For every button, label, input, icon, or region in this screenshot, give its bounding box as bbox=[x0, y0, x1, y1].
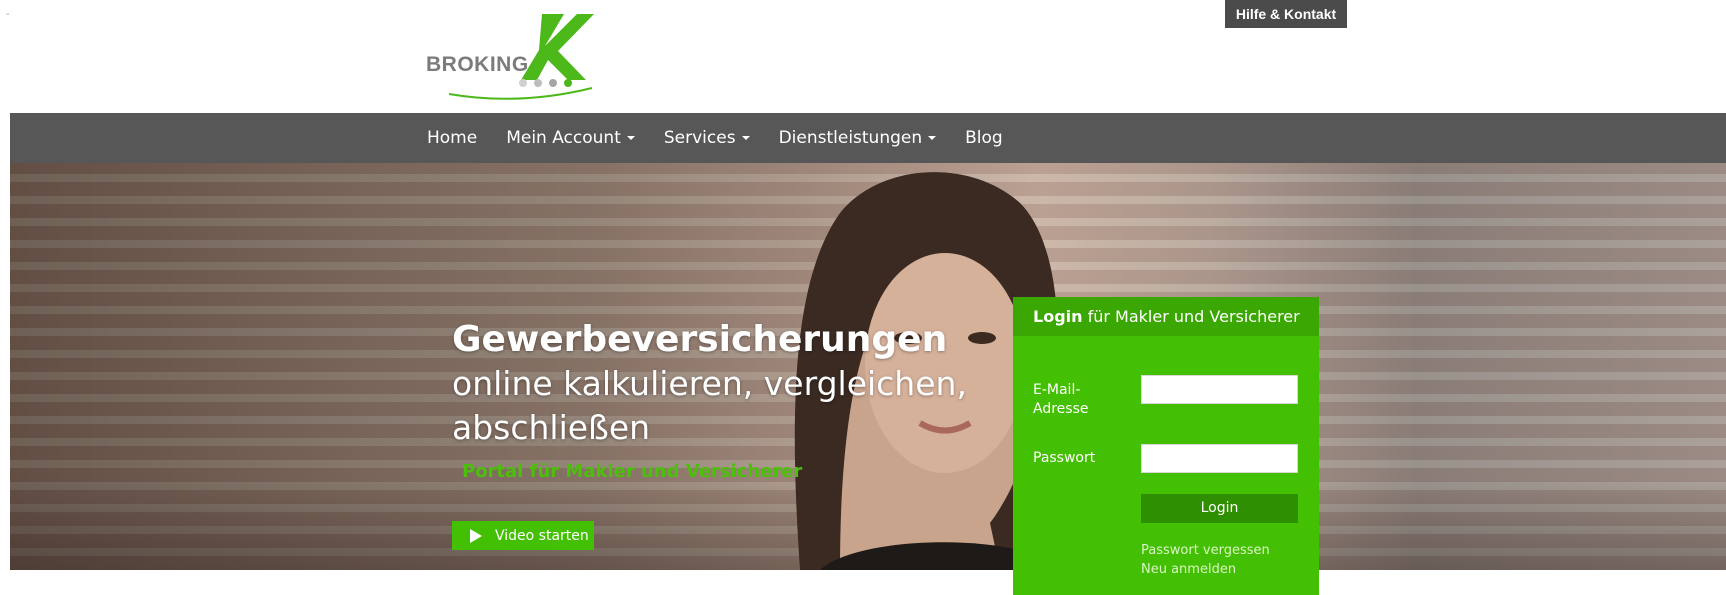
email-field[interactable] bbox=[1141, 375, 1298, 404]
nav-list: Home Mein Account Services Dienstleistun… bbox=[427, 113, 1032, 163]
caret-down-icon bbox=[741, 136, 750, 140]
nav-label: Mein Account bbox=[506, 128, 621, 148]
play-icon bbox=[470, 528, 482, 543]
nav-item-services[interactable]: Services bbox=[664, 128, 750, 148]
nav-label: Dienstleistungen bbox=[778, 128, 923, 148]
nav-label: Services bbox=[663, 128, 736, 148]
nav-item-blog[interactable]: Blog bbox=[965, 128, 1003, 148]
headline-bold: Gewerbeversicherungen bbox=[452, 319, 948, 360]
nav-item-home[interactable]: Home bbox=[427, 128, 477, 148]
main-navbar: Home Mein Account Services Dienstleistun… bbox=[10, 113, 1726, 163]
login-submit-button[interactable]: Login bbox=[1141, 494, 1298, 523]
password-field[interactable] bbox=[1141, 444, 1298, 473]
email-label: E-Mail-Adresse bbox=[1033, 382, 1089, 417]
caret-down-icon bbox=[626, 136, 635, 140]
password-label: Passwort bbox=[1033, 450, 1096, 466]
video-start-button[interactable]: Video starten bbox=[452, 521, 594, 550]
nav-item-mein-account[interactable]: Mein Account bbox=[506, 128, 635, 148]
login-header: Login für Makler und Versicherer bbox=[1013, 297, 1319, 336]
help-contact-link[interactable]: Hilfe & Kontakt bbox=[1225, 0, 1347, 28]
nav-label: Home bbox=[427, 128, 478, 148]
register-link[interactable]: Neu anmelden bbox=[1141, 562, 1236, 577]
video-button-label: Video starten bbox=[495, 527, 589, 544]
hero-headline: Gewerbeversicherungen online kalkulieren… bbox=[452, 318, 972, 450]
brokingx-logo[interactable]: BROKING bbox=[424, 6, 600, 106]
nav-item-dienstleistungen[interactable]: Dienstleistungen bbox=[779, 128, 937, 148]
login-title-rest: für Makler und Versicherer bbox=[1082, 307, 1300, 326]
hero-tagline: Portal für Makler und Versicherer bbox=[462, 461, 803, 482]
login-title-bold: Login bbox=[1033, 307, 1083, 326]
caret-down-icon bbox=[928, 136, 937, 140]
login-panel: Login für Makler und Versicherer E-Mail-… bbox=[1013, 297, 1319, 595]
nav-label: Blog bbox=[965, 128, 1003, 148]
forgot-password-link[interactable]: Passwort vergessen bbox=[1141, 543, 1270, 558]
headline-light: online kalkulieren, vergleichen, abschli… bbox=[452, 364, 967, 447]
stray-mark: - bbox=[6, 9, 10, 20]
logo-wordmark: BROKING bbox=[426, 53, 529, 76]
